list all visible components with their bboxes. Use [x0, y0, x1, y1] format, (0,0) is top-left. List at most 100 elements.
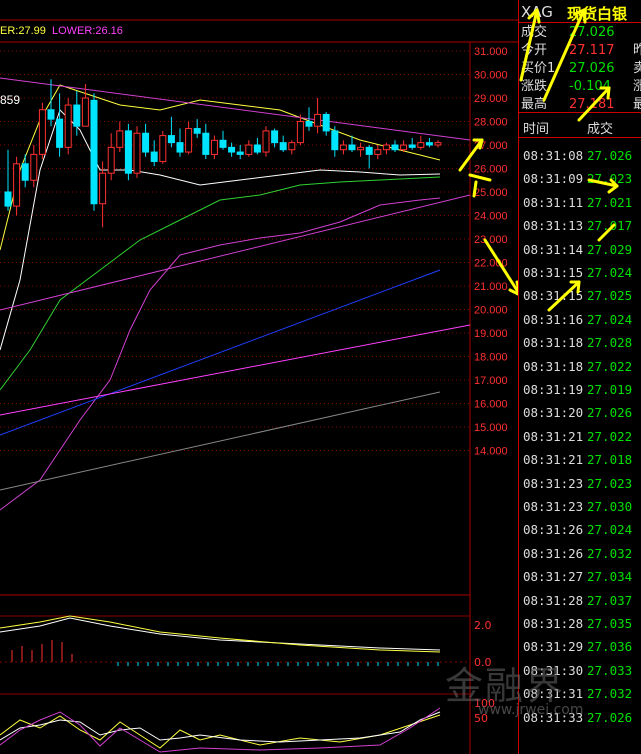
tick-row[interactable]: 08:31:13 27.017 [519, 214, 641, 237]
candle-body [142, 132, 150, 153]
candle-body [228, 146, 236, 153]
tick-time: 08:31:09 [523, 171, 584, 187]
candle-body [288, 142, 296, 151]
tick-price: 27.023 [587, 171, 633, 187]
candle-body [202, 132, 210, 155]
col-price-label: 成交 [587, 122, 614, 137]
tick-row[interactable]: 08:31:15 27.025 [519, 284, 641, 307]
quote-row-label: 成交 [521, 25, 548, 40]
tick-row[interactable]: 08:31:27 27.034 [519, 565, 641, 588]
quote-row-value: 27.026 [569, 25, 615, 40]
trendline-lower [0, 194, 471, 311]
tick-row[interactable]: 08:31:15 27.024 [519, 261, 641, 284]
quote-row: 最高 27.181 最 [519, 97, 641, 113]
tick-row[interactable]: 08:31:23 27.030 [519, 495, 641, 518]
quote-row: 买价1 27.026 卖 [519, 61, 641, 77]
tick-time: 08:31:27 [523, 569, 584, 585]
tick-row[interactable]: 08:31:19 27.019 [519, 378, 641, 401]
tick-row[interactable]: 08:31:26 27.032 [519, 542, 641, 565]
price-tick-label: 28.000 [474, 117, 508, 129]
ticks-column-header: 时间 成交 [519, 112, 641, 138]
quote-row-label: 最高 [521, 97, 548, 112]
tick-time: 08:31:13 [523, 218, 584, 234]
quote-row-cut-label: 最 [633, 97, 641, 112]
tick-price: 27.022 [587, 428, 633, 444]
quote-row-label: 买价1 [521, 61, 556, 76]
candle-body [99, 172, 107, 205]
tick-time: 08:31:26 [523, 522, 584, 538]
candle-body [159, 135, 167, 162]
candle-body [107, 146, 115, 174]
watermark-url: www.jrwei.com [478, 702, 584, 718]
price-tick-label: 30.000 [474, 70, 508, 82]
candle-body [30, 153, 38, 181]
candle-body [124, 130, 132, 174]
tick-row[interactable]: 08:31:09 27.023 [519, 167, 641, 190]
candle-body [434, 142, 442, 146]
tick-row[interactable]: 08:31:11 27.021 [519, 191, 641, 214]
tick-time: 08:31:14 [523, 241, 584, 257]
candle-body [322, 113, 330, 132]
quote-header: XAG 现货白银 [519, 0, 641, 23]
tick-row[interactable]: 08:31:18 27.022 [519, 355, 641, 378]
candle-body [73, 104, 81, 127]
tick-time: 08:31:21 [523, 452, 584, 468]
candle-body [193, 128, 201, 134]
tick-time: 08:31:20 [523, 405, 584, 421]
candle-body [314, 113, 322, 127]
price-tick-label: 31.000 [474, 46, 508, 58]
tick-time: 08:31:28 [523, 592, 584, 608]
tick-row[interactable]: 08:31:28 27.035 [519, 612, 641, 635]
tick-row[interactable]: 08:31:26 27.024 [519, 518, 641, 541]
tick-price: 27.035 [587, 616, 633, 631]
candle-body [38, 109, 46, 155]
col-time-label: 时间 [523, 122, 550, 137]
boll-upper-label: ER:27.99 [0, 25, 46, 37]
tick-time: 08:31:15 [523, 265, 584, 280]
tick-time: 08:31:23 [523, 475, 584, 491]
candle-body [236, 151, 244, 155]
sub-panel-1: 2.0 0.0 [0, 615, 492, 669]
tick-row[interactable]: 08:31:14 27.029 [519, 238, 641, 261]
tick-row[interactable]: 08:31:18 27.028 [519, 331, 641, 354]
tick-price: 27.024 [587, 522, 633, 538]
tick-row[interactable]: 08:31:16 27.024 [519, 308, 641, 331]
candle-body [339, 144, 347, 151]
tick-price: 27.025 [587, 288, 633, 304]
tick-price: 27.022 [587, 358, 633, 374]
candle-body [176, 142, 184, 153]
tick-row[interactable]: 08:31:21 27.018 [519, 448, 641, 471]
price-tick-label: 19.000 [474, 328, 508, 340]
price-tick-label: 20.000 [474, 305, 508, 317]
tick-price: 27.026 [587, 709, 633, 725]
tick-row[interactable]: 08:31:08 27.026 [519, 144, 641, 167]
candle-body [296, 121, 304, 144]
candlestick-chart[interactable]: 31.00030.00029.00028.00027.00026.00025.0… [0, 0, 518, 754]
quote-row-label: 今开 [521, 43, 548, 58]
tick-time: 08:31:28 [523, 616, 584, 631]
candle-body [47, 109, 55, 120]
price-tick-label: 14.000 [474, 446, 508, 458]
tick-price: 27.026 [587, 405, 633, 421]
tick-price: 27.026 [587, 148, 633, 163]
boll-magenta-line [0, 197, 441, 511]
sub-panel-2: 100 50 [0, 693, 495, 753]
quote-row-value: -0.104 [569, 79, 611, 94]
tick-row[interactable]: 08:31:23 27.023 [519, 472, 641, 495]
candle-body [382, 144, 390, 151]
quote-row: 今开 27.117 昨 [519, 43, 641, 59]
candle-body [253, 144, 261, 153]
tick-row[interactable]: 08:31:21 27.022 [519, 425, 641, 448]
tick-time: 08:31:16 [523, 311, 584, 327]
tick-row[interactable]: 08:31:28 27.037 [519, 589, 641, 612]
tick-price: 27.033 [587, 662, 633, 678]
candle-body [408, 144, 416, 148]
candle-body [56, 118, 64, 148]
tick-time: 08:31:19 [523, 382, 584, 397]
price-tick-label: 15.000 [474, 422, 508, 434]
candle-body [21, 163, 29, 181]
quote-row-value: 27.181 [569, 97, 615, 112]
candle-body [150, 151, 158, 162]
tick-row[interactable]: 08:31:20 27.026 [519, 401, 641, 424]
price-tick-label: 29.000 [474, 93, 508, 105]
